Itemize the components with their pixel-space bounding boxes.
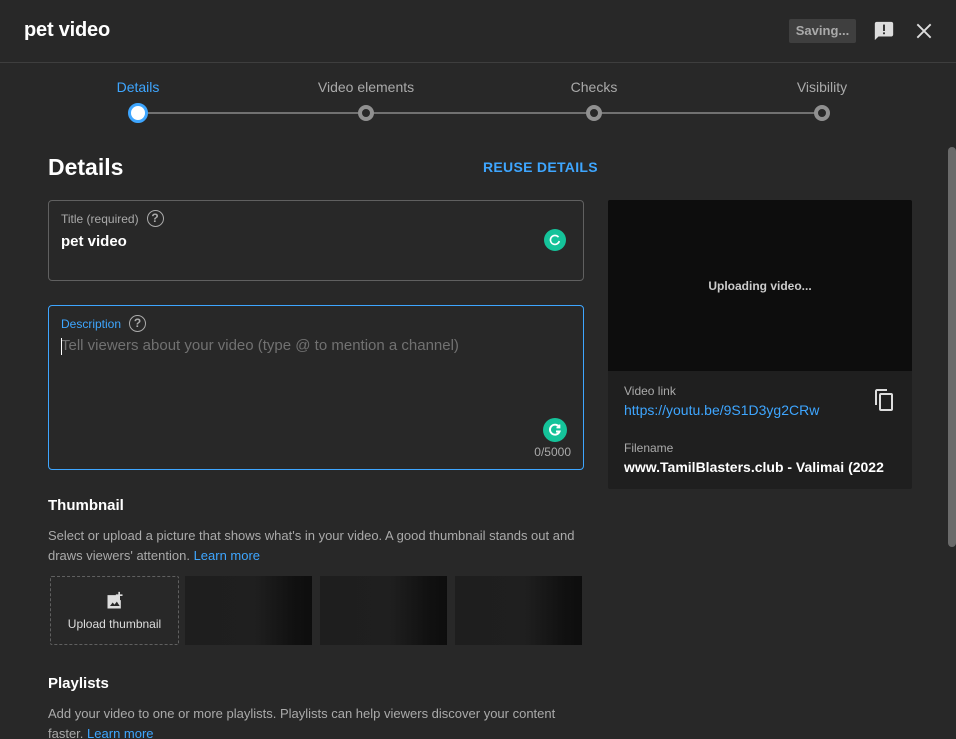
playlists-learn-more-link[interactable]: Learn more [87, 726, 153, 739]
scrollbar-thumb[interactable] [948, 147, 956, 547]
auto-thumbnail-option[interactable] [320, 576, 447, 645]
video-link[interactable]: https://youtu.be/9S1D3yg2CRw [624, 402, 819, 418]
step-label: Visibility [796, 79, 848, 95]
playlists-description: Add your video to one or more playlists.… [48, 704, 588, 739]
thumbnail-description: Select or upload a picture that shows wh… [48, 526, 588, 566]
playlists-heading: Playlists [48, 675, 109, 692]
upload-dialog: pet video Saving... Details Video elemen… [0, 0, 956, 739]
add-photo-icon [107, 591, 122, 608]
help-icon[interactable]: ? [129, 315, 147, 332]
title-label: Title (required) ? [61, 210, 164, 227]
step-checks[interactable]: Checks [524, 63, 664, 121]
upload-thumbnail-label: Upload thumbnail [67, 616, 162, 631]
upload-stepper: Details Video elements Checks Visibility [0, 63, 956, 133]
upload-status-text: Uploading video... [708, 278, 812, 293]
step-indicator [586, 105, 602, 121]
stepper-track [138, 112, 822, 114]
dialog-title: pet video [24, 19, 110, 41]
reuse-details-button[interactable]: REUSE DETAILS [483, 159, 598, 175]
auto-thumbnail-option[interactable] [185, 576, 312, 645]
copy-icon[interactable] [872, 387, 896, 413]
thumbnail-text: Select or upload a picture that shows wh… [48, 528, 575, 563]
title-field[interactable]: Title (required) ? pet video [48, 200, 584, 281]
step-label: Details [116, 79, 160, 95]
feedback-icon[interactable] [872, 19, 896, 43]
grammarly-icon[interactable] [543, 418, 567, 442]
step-indicator [128, 103, 148, 123]
step-indicator [814, 105, 830, 121]
step-visibility[interactable]: Visibility [752, 63, 892, 121]
grammarly-icon[interactable] [544, 229, 566, 251]
title-input[interactable]: pet video [61, 233, 127, 250]
close-icon[interactable] [912, 19, 936, 43]
thumbnail-learn-more-link[interactable]: Learn more [194, 548, 260, 563]
saving-status-badge: Saving... [789, 19, 856, 43]
details-heading: Details [48, 154, 124, 180]
thumbnail-heading: Thumbnail [48, 497, 124, 514]
step-label: Checks [570, 79, 618, 95]
title-label-text: Title (required) [61, 211, 139, 226]
description-field[interactable]: Description ? Tell viewers about your vi… [48, 305, 584, 470]
description-label: Description ? [61, 315, 147, 332]
video-preview-panel: Uploading video... Video link https://yo… [608, 200, 912, 489]
filename-label: Filename [624, 441, 674, 455]
filename-value: www.TamilBlasters.club - Valimai (2022 [624, 459, 884, 475]
step-details[interactable]: Details [68, 63, 208, 123]
step-video-elements[interactable]: Video elements [296, 63, 436, 121]
character-counter: 0/5000 [534, 445, 571, 459]
step-indicator [358, 105, 374, 121]
upload-thumbnail-button[interactable]: Upload thumbnail [50, 576, 179, 645]
step-label: Video elements [317, 79, 415, 95]
dialog-header: pet video Saving... [0, 0, 956, 63]
scrollbar[interactable] [945, 147, 956, 739]
video-player[interactable]: Uploading video... [608, 200, 912, 371]
description-input[interactable]: Tell viewers about your video (type @ to… [61, 337, 459, 354]
auto-thumbnail-option[interactable] [455, 576, 582, 645]
text-caret [61, 338, 62, 355]
description-label-text: Description [61, 316, 122, 331]
help-icon[interactable]: ? [146, 210, 164, 227]
video-link-label: Video link [624, 384, 676, 398]
